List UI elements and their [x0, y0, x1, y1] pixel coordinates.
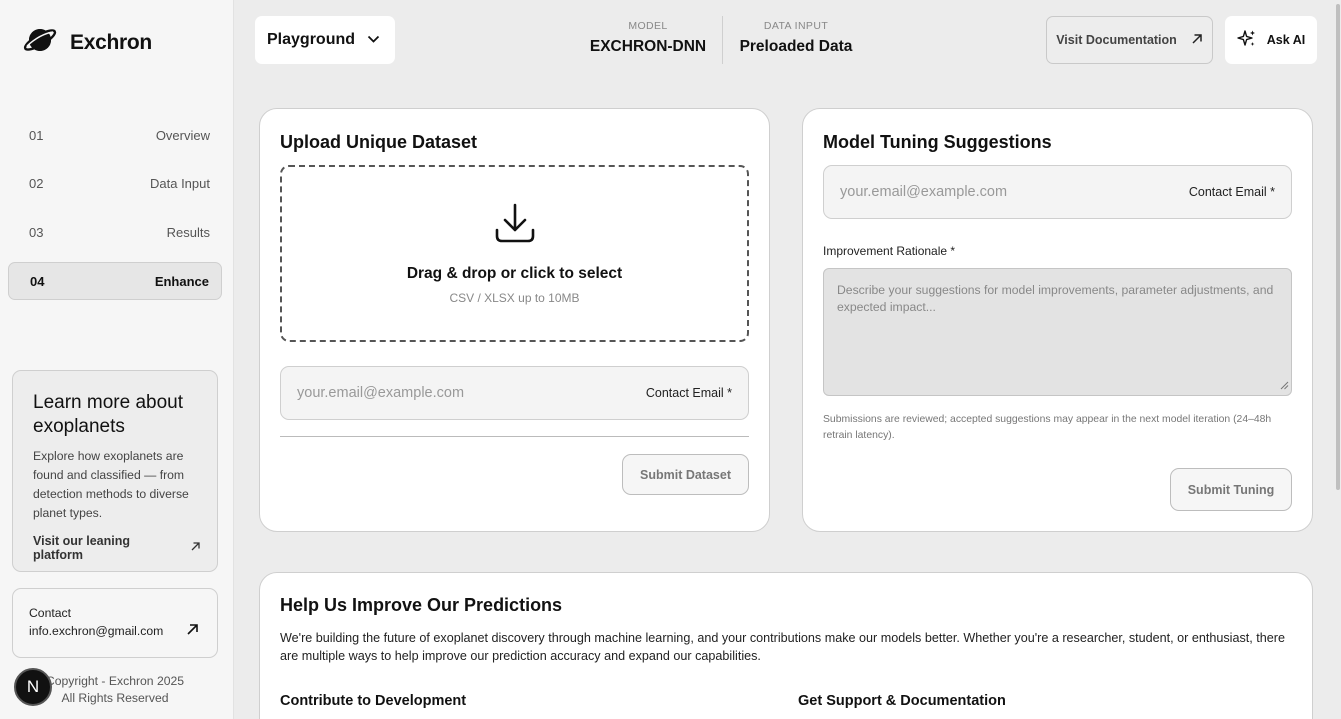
nav-label: Enhance — [154, 273, 209, 289]
divider — [280, 436, 749, 437]
model-tuning-card: Model Tuning Suggestions your.email@exam… — [802, 108, 1313, 532]
data-input-info: DATA INPUT Preloaded Data — [738, 20, 854, 56]
resize-handle-icon[interactable] — [1280, 378, 1289, 395]
sparkle-icon — [1237, 29, 1257, 52]
next-dev-badge[interactable]: N — [14, 668, 52, 706]
learn-link-label: Visit our leaning platform — [33, 534, 131, 562]
nav-item-enhance[interactable]: 04 Enhance — [8, 262, 222, 300]
learn-text: Explore how exoplanets are found and cla… — [33, 449, 189, 520]
contact-email: info.exchron@gmail.com — [29, 624, 164, 638]
learn-platform-link[interactable]: Visit our leaning platform — [33, 534, 201, 562]
copyright: Copyright - Exchron 2025 All Rights Rese… — [40, 673, 190, 707]
support-heading: Get Support & Documentation — [798, 693, 1006, 709]
learn-card: Learn more about exoplanets Explore how … — [12, 370, 218, 572]
nav-item-overview[interactable]: 01 Overview — [8, 116, 222, 154]
visit-documentation-button[interactable]: Visit Documentation — [1046, 16, 1213, 64]
nav-item-results[interactable]: 03 Results — [8, 213, 222, 251]
copyright-line-2: All Rights Reserved — [61, 691, 169, 705]
submission-note: Submissions are reviewed; accepted sugge… — [823, 414, 1272, 441]
ask-ai-button[interactable]: Ask AI — [1225, 16, 1317, 64]
file-dropzone[interactable]: Drag & drop or click to select CSV / XLS… — [280, 165, 749, 342]
contact-label: Contact — [29, 606, 72, 620]
brand-name: Exchron — [70, 30, 152, 54]
arrow-up-right-icon — [1191, 33, 1203, 48]
tuning-email-field[interactable]: your.email@example.com Contact Email * — [823, 165, 1292, 219]
help-improve-card: Help Us Improve Our Predictions We're bu… — [259, 572, 1313, 719]
rationale-placeholder: Describe your suggestions for model impr… — [837, 283, 1274, 314]
nav-label: Results — [166, 224, 210, 240]
nav-number: 02 — [29, 175, 44, 191]
rationale-label: Improvement Rationale * — [823, 244, 956, 258]
arrow-up-right-icon[interactable] — [186, 623, 199, 641]
nav-number: 04 — [30, 273, 45, 289]
dropzone-title: Drag & drop or click to select — [406, 265, 623, 282]
sidebar: Exchron 01 Overview 02 Data Input 03 Res… — [0, 0, 234, 719]
copyright-line-1: Copyright - Exchron 2025 — [45, 674, 185, 688]
page-scrollbar[interactable] — [1336, 4, 1340, 490]
ask-ai-label: Ask AI — [1266, 33, 1306, 47]
submit-tuning-button[interactable]: Submit Tuning — [1170, 468, 1292, 511]
model-info: MODEL EXCHRON-DNN — [589, 20, 707, 56]
learn-title: Learn more about exoplanets — [33, 392, 183, 437]
upload-title: Upload Unique Dataset — [280, 132, 478, 152]
planet-icon — [22, 24, 58, 61]
help-text: We're building the future of exoplanet d… — [280, 631, 1285, 663]
upload-dataset-card: Upload Unique Dataset Drag & drop or cli… — [259, 108, 770, 532]
submit-dataset-button[interactable]: Submit Dataset — [622, 454, 749, 495]
email-field-label: Contact Email * — [645, 386, 732, 400]
nav-label: Overview — [155, 127, 210, 143]
docs-button-label: Visit Documentation — [1056, 33, 1177, 47]
nav-number: 03 — [29, 224, 44, 240]
mode-label: Playground — [267, 31, 356, 48]
data-input-label: DATA INPUT — [763, 20, 829, 32]
contact-card[interactable]: Contact info.exchron@gmail.com — [12, 588, 218, 658]
help-title: Help Us Improve Our Predictions — [280, 595, 563, 615]
model-label: MODEL — [628, 20, 668, 32]
arrow-up-right-icon — [190, 541, 201, 555]
brand[interactable]: Exchron — [22, 24, 152, 61]
dropzone-subtitle: CSV / XLSX up to 10MB — [449, 291, 580, 305]
data-input-value: Preloaded Data — [739, 38, 853, 55]
tuning-title: Model Tuning Suggestions — [823, 132, 1052, 152]
model-value: EXCHRON-DNN — [589, 38, 707, 55]
mode-dropdown[interactable]: Playground — [255, 16, 395, 64]
upload-email-field[interactable]: your.email@example.com Contact Email * — [280, 366, 749, 420]
nav-number: 01 — [29, 127, 44, 143]
email-placeholder: your.email@example.com — [840, 184, 1008, 200]
chevron-down-icon — [367, 31, 380, 49]
contribute-heading: Contribute to Development — [280, 693, 467, 709]
email-field-label: Contact Email * — [1188, 185, 1275, 199]
nav-item-data-input[interactable]: 02 Data Input — [8, 164, 222, 202]
email-placeholder: your.email@example.com — [297, 385, 465, 401]
header-divider — [722, 16, 723, 64]
download-icon — [282, 203, 747, 250]
rationale-textarea[interactable]: Describe your suggestions for model impr… — [823, 268, 1292, 396]
nav-label: Data Input — [150, 175, 210, 191]
